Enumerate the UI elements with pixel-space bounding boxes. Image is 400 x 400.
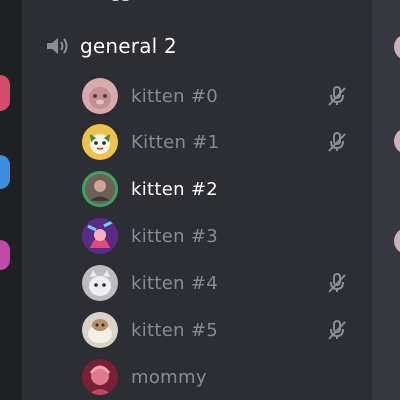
username: kitten #0 xyxy=(131,85,218,107)
member-avatar[interactable] xyxy=(394,228,400,254)
member-list-pane xyxy=(372,0,400,400)
avatar xyxy=(82,171,118,207)
username: kitten #4 xyxy=(131,272,218,294)
server-indicator xyxy=(0,155,10,189)
voice-channel-general-2[interactable]: general 2 xyxy=(44,30,177,62)
member-avatar[interactable] xyxy=(394,128,400,154)
muted-microphone-icon xyxy=(328,86,346,106)
username: kitten #3 xyxy=(131,225,218,247)
avatar xyxy=(82,265,118,301)
avatar xyxy=(82,124,118,160)
muted-microphone-icon xyxy=(328,132,346,152)
avatar xyxy=(82,359,118,395)
voice-user-row[interactable]: kitten #2 xyxy=(82,170,362,208)
username: kitten #2 xyxy=(131,178,218,200)
server-rail xyxy=(0,0,22,400)
cut-off-icon xyxy=(112,0,129,1)
voice-user-row[interactable]: mommy xyxy=(82,358,362,396)
server-indicator xyxy=(0,75,10,111)
voice-user-row[interactable]: kitten #5 xyxy=(82,311,362,349)
avatar xyxy=(82,218,118,254)
muted-microphone-icon xyxy=(328,320,346,340)
voice-user-row[interactable]: kitten #3 xyxy=(82,217,362,255)
voice-user-row[interactable]: Kitten #1 xyxy=(82,123,362,161)
voice-user-row[interactable]: kitten #4 xyxy=(82,264,362,302)
avatar xyxy=(82,312,118,348)
member-avatar[interactable] xyxy=(394,34,400,60)
avatar xyxy=(82,78,118,114)
voice-user-row[interactable]: kitten #0 xyxy=(82,77,362,115)
username: kitten #5 xyxy=(131,319,218,341)
channel-name: general 2 xyxy=(80,34,177,58)
username: Kitten #1 xyxy=(131,131,220,153)
server-indicator xyxy=(0,240,10,270)
username: mommy xyxy=(131,366,207,388)
muted-microphone-icon xyxy=(328,273,346,293)
speaker-icon xyxy=(47,38,68,54)
